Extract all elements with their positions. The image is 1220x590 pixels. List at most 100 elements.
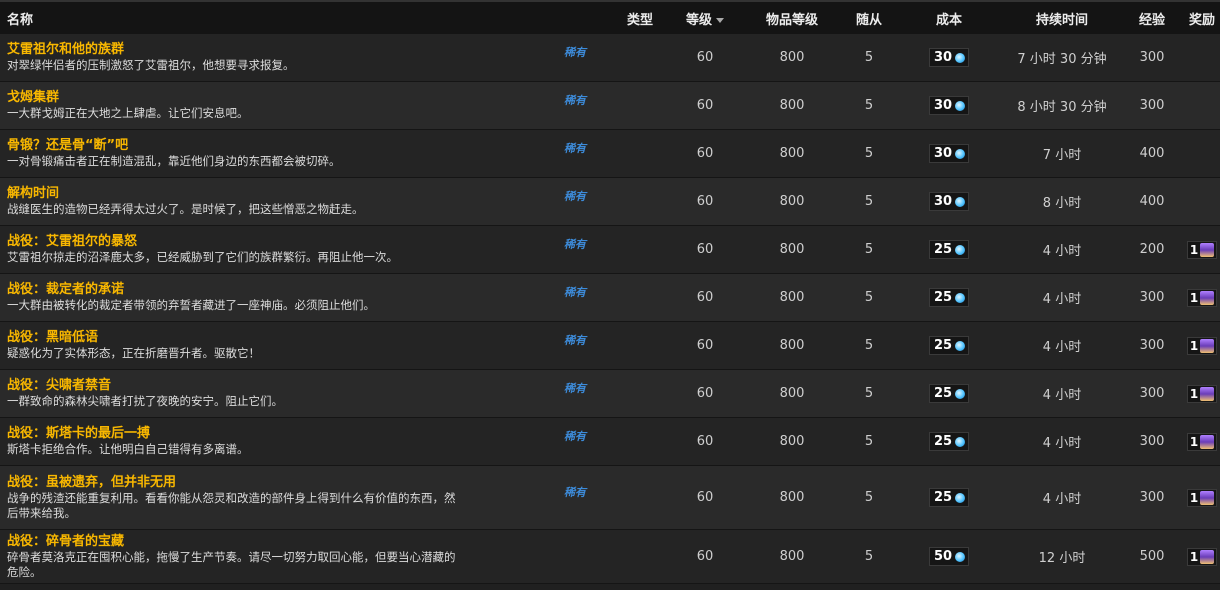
mission-title-link[interactable]: 骨锻？还是骨“断”吧 [7,138,570,154]
mission-title-link[interactable]: 战役：裁定者的承诺 [7,282,570,298]
column-header-duration[interactable]: 持续时间 [1004,9,1120,28]
cost-badge: 30 [928,144,970,163]
reward-badge[interactable]: 1 [1186,547,1218,566]
mission-reward-cell: 1 [1184,336,1220,355]
column-header-ilvl[interactable]: 物品等级 [740,9,844,28]
table-row[interactable]: 战役：碎骨者的宝藏 碎骨者莫洛克正在囤积心能，拖慢了生产节奏。请尽一切努力取回心能… [0,530,1220,584]
mission-title-link[interactable]: 解构时间 [7,186,570,202]
table-row[interactable]: 戈姆集群 一大群戈姆正在大地之上肆虐。让它们安息吧。 稀有 60 800 5 30 8 小时 … [0,82,1220,130]
anima-icon [955,492,966,503]
mission-duration: 7 小时 [1042,148,1082,163]
mission-item-level: 800 [779,50,805,65]
mission-title-link[interactable]: 艾雷祖尔和他的族群 [7,42,570,58]
reward-badge[interactable]: 1 [1186,384,1218,403]
anima-icon [955,100,966,111]
rarity-label: 稀有 [564,285,586,299]
anima-icon [955,292,966,303]
table-row[interactable]: 解构时间 战缝医生的造物已经弄得太过火了。是时候了，把这些憎恶之物赶走。 稀有 60 8… [0,178,1220,226]
rarity-label: 稀有 [564,429,586,443]
cost-badge: 25 [928,240,970,259]
reward-item-icon [1200,290,1215,305]
mission-level: 60 [696,549,714,564]
mission-duration: 4 小时 [1042,244,1082,259]
cost-value: 25 [933,490,953,505]
mission-followers: 5 [864,434,874,449]
column-header-name[interactable]: 名称 [0,9,570,28]
cost-badge: 30 [928,192,970,211]
mission-name-cell: 战役：黑暗低语 疑惑化为了实体形态，正在折磨晋升者。驱散它！ [0,330,570,361]
column-header-xp[interactable]: 经验 [1120,9,1184,28]
reward-count: 1 [1189,242,1199,257]
mission-level: 60 [696,434,714,449]
mission-cost-cell: 50 [894,547,1004,566]
table-row[interactable]: 艾雷祖尔和他的族群 对翠绿伴侣者的压制激怒了艾雷祖尔，他想要寻求报复。 稀有 60 80… [0,34,1220,82]
mission-title-link[interactable]: 战役：碎骨者的宝藏 [7,534,570,550]
mission-title-link[interactable]: 战役：黑暗低语 [7,330,570,346]
reward-count: 1 [1189,338,1199,353]
cost-badge: 25 [928,288,970,307]
mission-level: 60 [696,490,714,505]
mission-xp: 300 [1139,386,1165,401]
reward-badge[interactable]: 1 [1186,488,1218,507]
mission-xp: 400 [1139,194,1165,209]
mission-item-level: 800 [779,194,805,209]
mission-name-cell: 战役：尖啸者禁音 一群致命的森林尖啸者打扰了夜晚的安宁。阻止它们。 [0,378,570,409]
reward-item-icon [1200,386,1215,401]
column-header-level[interactable]: 等级 [670,9,740,28]
mission-title-link[interactable]: 战役：虽被遗弃，但并非无用 [7,475,570,491]
table-row[interactable]: 战役：黑暗低语 疑惑化为了实体形态，正在折磨晋升者。驱散它！ 稀有 60 800 5 25 4… [0,322,1220,370]
reward-item-icon [1200,338,1215,353]
mission-title-link[interactable]: 戈姆集群 [7,90,570,106]
mission-cost-cell: 30 [894,192,1004,211]
reward-count: 1 [1189,386,1199,401]
table-row[interactable]: 战役：裁定者的承诺 一大群由被转化的裁定者带领的弃誓者藏进了一座神庙。必须阻止他们… [0,274,1220,322]
reward-badge[interactable]: 1 [1186,432,1218,451]
mission-xp: 200 [1139,242,1165,257]
mission-description: 疑惑化为了实体形态，正在折磨晋升者。驱散它！ [7,346,260,360]
anima-icon [955,551,966,562]
anima-icon [955,52,966,63]
mission-reward-cell: 1 [1184,288,1220,307]
mission-followers: 5 [864,146,874,161]
reward-count: 1 [1189,290,1199,305]
reward-badge[interactable]: 1 [1186,240,1218,259]
mission-level: 60 [696,386,714,401]
column-header-type[interactable]: 类型 [570,9,670,28]
table-row[interactable]: 战役：艾雷祖尔的暴怒 艾雷祖尔掠走的沼泽鹿太多，已经威胁到了它们的族群繁衍。再阻止… [0,226,1220,274]
column-header-level-label: 等级 [685,12,712,28]
anima-icon [955,340,966,351]
cost-value: 30 [933,194,953,209]
mission-reward-cell: 1 [1184,384,1220,403]
mission-title-link[interactable]: 战役：艾雷祖尔的暴怒 [7,234,570,250]
mission-title-link[interactable]: 战役：斯塔卡的最后一搏 [7,426,570,442]
anima-icon [955,388,966,399]
mission-title-link[interactable]: 战役：尖啸者禁音 [7,378,570,394]
mission-duration: 8 小时 [1042,196,1082,211]
mission-description: 一大群戈姆正在大地之上肆虐。让它们安息吧。 [7,106,249,120]
mission-reward-cell: 1 [1184,547,1220,566]
table-row[interactable]: 战役：尖啸者禁音 一群致命的森林尖啸者打扰了夜晚的安宁。阻止它们。 稀有 60 800 5… [0,370,1220,418]
table-row[interactable]: 战役：虽被遗弃，但并非无用 战争的残渣还能重复利用。看看你能从怨灵和改造的部件身上… [0,466,1220,530]
mission-followers: 5 [864,490,874,505]
cost-value: 30 [933,98,953,113]
mission-description: 一群致命的森林尖啸者打扰了夜晚的安宁。阻止它们。 [7,394,283,408]
reward-badge[interactable]: 1 [1186,336,1218,355]
rarity-label: 稀有 [564,93,586,107]
mission-name-cell: 解构时间 战缝医生的造物已经弄得太过火了。是时候了，把这些憎恶之物赶走。 [0,186,570,217]
anima-icon [955,244,966,255]
reward-badge[interactable]: 1 [1186,288,1218,307]
mission-cost-cell: 25 [894,288,1004,307]
column-header-cost[interactable]: 成本 [894,9,1004,28]
column-header-reward[interactable]: 奖励 [1184,9,1220,28]
cost-value: 30 [933,146,953,161]
cost-value: 50 [933,549,953,564]
mission-duration: 12 小时 [1038,551,1086,566]
anima-icon [955,196,966,207]
column-header-followers[interactable]: 随从 [844,9,894,28]
rarity-label: 稀有 [564,45,586,59]
mission-name-cell: 战役：艾雷祖尔的暴怒 艾雷祖尔掠走的沼泽鹿太多，已经威胁到了它们的族群繁衍。再阻止… [0,234,570,265]
mission-name-cell: 战役：碎骨者的宝藏 碎骨者莫洛克正在囤积心能，拖慢了生产节奏。请尽一切努力取回心能… [0,534,570,580]
table-row[interactable]: 战役：斯塔卡的最后一搏 斯塔卡拒绝合作。让他明白自己错得有多离谱。 稀有 60 800 5… [0,418,1220,466]
table-row[interactable]: 骨锻？还是骨“断”吧 一对骨锻痛击者正在制造混乱，靠近他们身边的东西都会被切碎。稀… [0,130,1220,178]
mission-level: 60 [696,194,714,209]
